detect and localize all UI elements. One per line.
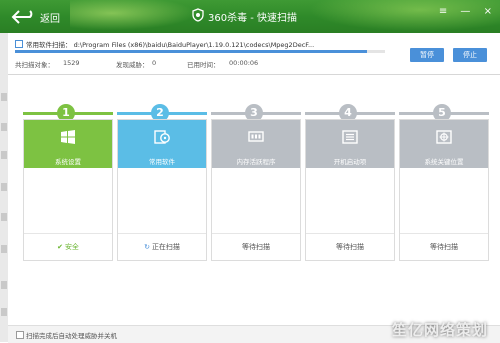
startup-icon — [342, 130, 358, 144]
target-icon — [436, 130, 452, 144]
step-2-label: 常用软件 — [149, 158, 175, 166]
minimize-icon[interactable]: — — [460, 6, 470, 17]
step-5-status: 等待扫描 — [400, 233, 488, 260]
check-icon: ✔ — [57, 243, 63, 251]
scan-steps: 1 系统设置 ✔ 安全 2 常用软件 ↻ 正在扫描 3 内存活跃程序 等待扫描 … — [8, 75, 500, 325]
current-scan-path: 常用软件扫描： d:\Program Files (x86)\baidu\Bai… — [15, 39, 314, 49]
scanned-value: 1529 — [63, 59, 80, 67]
step-3-label: 内存活跃程序 — [236, 158, 276, 166]
step-4-status-text: 等待扫描 — [336, 243, 364, 251]
step-2-status: ↻ 正在扫描 — [118, 233, 206, 260]
step-1-status: ✔ 安全 — [24, 233, 112, 260]
pause-button[interactable]: 暂停 — [410, 48, 444, 62]
watermark: 笙亿网络策划 — [391, 321, 488, 339]
threats-label: 发现威胁： — [116, 61, 149, 69]
stop-button[interactable]: 停止 — [453, 48, 487, 62]
step-4-status: 等待扫描 — [306, 233, 394, 260]
step-3-status: 等待扫描 — [212, 233, 300, 260]
menu-icon[interactable]: ≡ — [439, 6, 447, 17]
auto-shutdown-checkbox[interactable] — [16, 331, 24, 339]
software-disc-icon — [154, 130, 170, 144]
step-1-card: 系统设置 ✔ 安全 — [23, 119, 113, 261]
auto-shutdown-label: 扫描完成后自动处理威胁并关机 — [26, 332, 117, 340]
step-1-status-text: 安全 — [64, 243, 79, 251]
window-controls: ≡ — × — [429, 6, 492, 17]
back-button[interactable]: 返回 — [10, 8, 64, 26]
step-4-card: 开机启动项 等待扫描 — [305, 119, 395, 261]
elapsed-label: 已用时间： — [187, 61, 220, 69]
step-5-status-text: 等待扫描 — [430, 243, 458, 251]
step-2-status-text: 正在扫描 — [151, 243, 180, 251]
scanned-label: 共扫描对象： — [15, 61, 54, 69]
close-icon[interactable]: × — [484, 6, 492, 17]
step-5-label: 系统关键位置 — [424, 158, 464, 166]
elapsed-value: 00:00:06 — [229, 59, 259, 67]
step-3-status-text: 等待扫描 — [242, 243, 270, 251]
memory-icon — [248, 131, 264, 142]
scan-path-text: 常用软件扫描： d:\Program Files (x86)\baidu\Bai… — [26, 41, 315, 49]
step-3-card: 内存活跃程序 等待扫描 — [211, 119, 301, 261]
back-arrow-icon — [11, 10, 33, 24]
step-4-label: 开机启动项 — [333, 158, 367, 166]
step-2-card: 常用软件 ↻ 正在扫描 — [117, 119, 207, 261]
windows-icon — [61, 130, 75, 144]
spinner-icon: ↻ — [144, 243, 150, 251]
scan-progress-fill — [15, 50, 367, 53]
scan-stats: 共扫描对象： 1529 发现威胁： 0 已用时间： 00:00:06 — [15, 59, 315, 69]
shield-icon — [192, 8, 204, 22]
scan-indicator-icon — [15, 40, 23, 48]
back-label: 返回 — [40, 14, 60, 25]
scan-progress-bar — [15, 50, 385, 53]
step-5-card: 系统关键位置 等待扫描 — [399, 119, 489, 261]
title-text: 360杀毒 - 快速扫描 — [208, 13, 298, 24]
step-1-label: 系统设置 — [55, 158, 81, 166]
threats-value: 0 — [152, 59, 157, 67]
